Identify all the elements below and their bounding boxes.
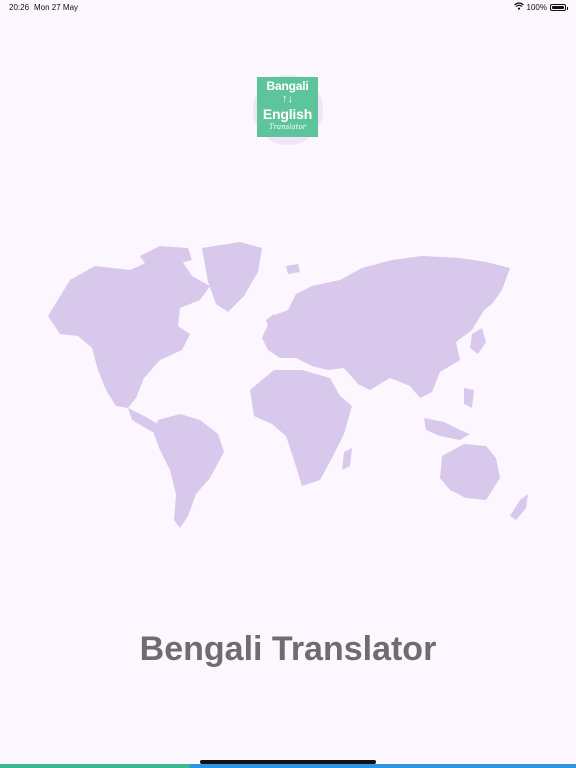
philippines-shape [464, 388, 474, 408]
battery-percent: 100% [526, 2, 547, 12]
progress-blue-segment [190, 764, 576, 768]
southeast-asia-shape [424, 418, 470, 440]
africa-shape [250, 370, 352, 486]
battery-icon [550, 3, 568, 11]
greenland-shape [202, 242, 262, 312]
app-title: Bengali Translator [139, 630, 437, 668]
iceland-shape [286, 264, 300, 274]
new-zealand-shape [510, 494, 528, 520]
home-indicator[interactable] [200, 760, 376, 764]
logo-script: Translator [268, 123, 307, 131]
status-right: 100% [513, 2, 568, 12]
wifi-icon [513, 2, 524, 12]
australia-shape [440, 444, 500, 500]
north-america-shape [48, 258, 210, 408]
progress-green-segment [0, 764, 190, 768]
status-date: Mon 27 May [34, 3, 79, 12]
status-time: 20:26 [9, 3, 30, 12]
app-logo: Bangali ↑↓ English Translator [257, 77, 318, 137]
logo-line2: English [262, 106, 313, 122]
battery-fill [552, 5, 564, 9]
south-america-shape [154, 414, 224, 528]
swap-arrows-icon: ↑↓ [282, 93, 293, 105]
bottom-progress-bar [0, 764, 576, 768]
japan-shape [470, 328, 486, 354]
madagascar-shape [342, 448, 352, 470]
status-bar: 20:26 Mon 27 May 100% [0, 0, 576, 14]
logo-line1: Bangali [266, 79, 309, 93]
world-map [48, 242, 528, 528]
